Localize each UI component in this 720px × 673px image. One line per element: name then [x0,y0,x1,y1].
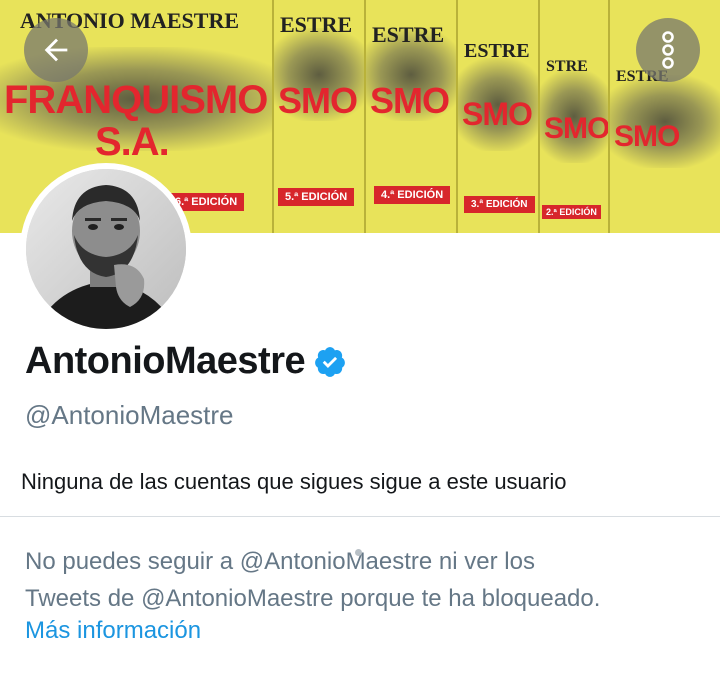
book-author: ESTRE [280,12,353,37]
blocked-message-line-2: Tweets de @AntonioMaestre porque te ha b… [25,585,601,612]
profile-avatar[interactable] [20,163,192,335]
book-author: ESTRE [464,40,530,62]
banner-book-3: ESTRE SMO 4.ª EDICIÓN [364,0,456,233]
more-info-link[interactable]: Más información [25,617,201,645]
book-edition: 2.ª EDICIÓN [542,205,601,219]
book-edition: 5.ª EDICIÓN [278,188,355,206]
book-author: ESTRE [372,22,445,47]
followed-by-note: Ninguna de las cuentas que sigues sigue … [21,469,567,494]
arrow-left-icon [44,38,68,62]
book-title: SMO [614,120,680,153]
verified-badge-icon [315,346,346,377]
banner-book-4: ESTRE SMO 3.ª EDICIÓN [456,0,538,233]
banner-book-5: STRE SMO 2.ª EDICIÓN [538,0,608,233]
banner-book-2: ESTRE SMO 5.ª EDICIÓN [272,0,364,233]
more-options-button[interactable] [636,18,700,82]
book-title: SMO [278,80,358,121]
more-vertical-icon [662,31,674,69]
blocked-message-line-1: No puedes seguir a @AntonioMaestre ni ve… [25,548,535,575]
avatar-photo [26,169,186,329]
book-subtitle: S.A. [95,120,170,164]
section-divider [0,516,720,517]
book-edition: 3.ª EDICIÓN [464,196,535,213]
book-title: SMO [462,96,533,132]
book-title: SMO [370,80,450,121]
profile-handle: @AntonioMaestre [25,400,234,430]
book-title: SMO [544,112,608,145]
book-title: FRANQUISMO [4,78,268,122]
back-button[interactable] [24,18,88,82]
book-author: STRE [546,58,588,75]
scroll-indicator-dot [355,549,362,556]
book-edition: 4.ª EDICIÓN [374,186,451,204]
display-name: AntonioMaestre [25,340,306,382]
profile-name-row: AntonioMaestre [25,340,347,383]
blocked-message: No puedes seguir a @AntonioMaestre ni ve… [25,543,705,617]
